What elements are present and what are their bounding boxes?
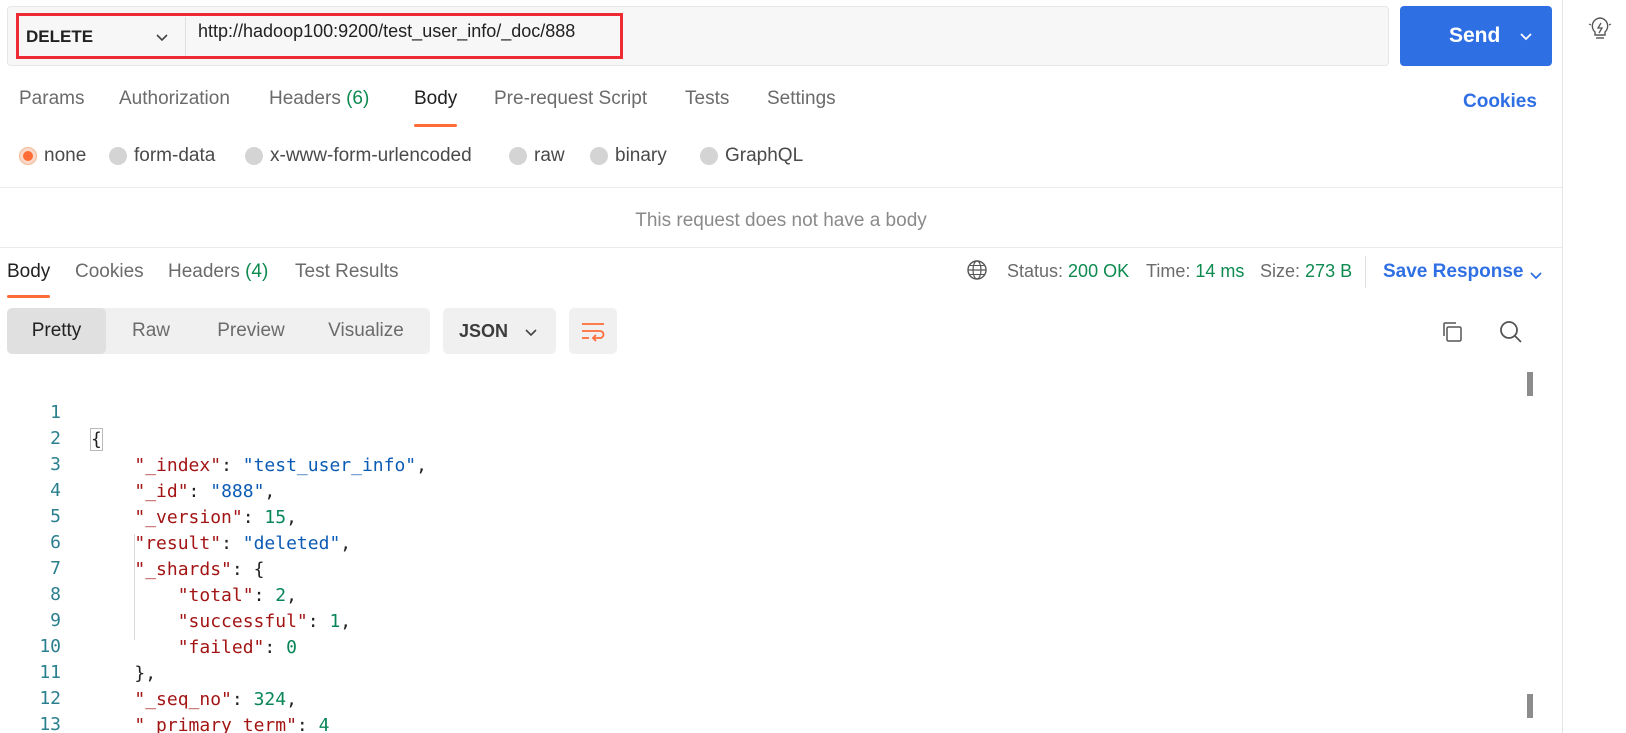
tab-authorization[interactable]: Authorization: [119, 88, 230, 110]
radio-x-www-form-urlencoded[interactable]: x-www-form-urlencoded: [245, 145, 472, 167]
cookies-link[interactable]: Cookies: [1463, 91, 1537, 113]
annotation-highlight-box: [16, 13, 623, 59]
radio-icon: [509, 147, 527, 165]
format-raw-button[interactable]: Raw: [106, 308, 196, 354]
size-value[interactable]: 273 B: [1305, 261, 1352, 281]
response-tab-headers[interactable]: Headers (4): [168, 261, 268, 283]
format-toggle-group: Pretty Raw Preview Visualize: [7, 308, 430, 354]
format-preview-button[interactable]: Preview: [196, 308, 306, 354]
radio-form-data[interactable]: form-data: [109, 145, 215, 167]
radio-icon: [700, 147, 718, 165]
response-time: Time: 14 ms: [1146, 261, 1245, 281]
line-number: 13: [39, 714, 61, 733]
divider: [0, 247, 1562, 248]
radio-raw[interactable]: raw: [509, 145, 565, 167]
format-pretty-button[interactable]: Pretty: [7, 308, 106, 354]
divider: [0, 187, 1562, 188]
tab-pre-request-script[interactable]: Pre-request Script: [494, 88, 647, 110]
response-body-code[interactable]: 1 { 2 "_index": "test_user_info", 3 "_id…: [0, 372, 1540, 733]
code-line: 6 "_shards": {: [0, 502, 1530, 580]
search-icon[interactable]: [1498, 319, 1524, 350]
lightbulb-icon[interactable]: [1587, 14, 1613, 47]
tab-settings[interactable]: Settings: [767, 88, 836, 110]
scrollbar-thumb[interactable]: [1527, 694, 1533, 718]
headers-count: (6): [346, 88, 370, 109]
code-line: 11 "_seq_no": 324,: [0, 632, 1530, 710]
code-line: 5 "result": "deleted",: [0, 476, 1530, 554]
copy-icon[interactable]: [1440, 320, 1464, 349]
format-visualize-button[interactable]: Visualize: [306, 308, 426, 354]
response-tab-body[interactable]: Body: [7, 261, 51, 298]
tab-tests[interactable]: Tests: [685, 88, 729, 110]
code-line: 7 "total": 2,: [0, 528, 1530, 606]
chevron-down-icon: [524, 323, 538, 344]
code-line: 13 }: [0, 684, 1530, 733]
tab-params[interactable]: Params: [19, 88, 84, 110]
globe-icon[interactable]: [966, 259, 988, 286]
divider: [1365, 256, 1366, 288]
radio-binary[interactable]: binary: [590, 145, 667, 167]
tab-body[interactable]: Body: [414, 88, 458, 127]
radio-icon: [590, 147, 608, 165]
scrollbar-thumb[interactable]: [1527, 372, 1533, 396]
wrap-lines-icon: [582, 323, 605, 342]
radio-graphql[interactable]: GraphQL: [700, 145, 803, 167]
code-line: 3 "_id": "888",: [0, 424, 1530, 502]
code-line: 4 "_version": 15,: [0, 450, 1530, 528]
code-line: 10 },: [0, 606, 1530, 684]
radio-icon: [245, 147, 263, 165]
response-size: Size: 273 B: [1260, 261, 1353, 281]
code-line: 2 "_index": "test_user_info",: [0, 398, 1530, 476]
code-line: 8 "successful": 1,: [0, 554, 1530, 632]
wrap-lines-button[interactable]: [569, 308, 617, 354]
status-value[interactable]: 200 OK: [1068, 261, 1129, 281]
send-options-chevron-icon[interactable]: [1500, 6, 1552, 66]
language-select[interactable]: JSON: [443, 308, 556, 354]
send-button[interactable]: Send: [1400, 6, 1552, 66]
radio-selected-icon: [19, 147, 37, 165]
code-line: 9 "failed": 0: [0, 580, 1530, 658]
response-headers-count: (4): [245, 261, 269, 282]
response-status: Status: 200 OK: [1007, 261, 1130, 281]
no-body-message: This request does not have a body: [635, 210, 927, 231]
response-tab-cookies[interactable]: Cookies: [75, 261, 144, 283]
response-tab-test-results[interactable]: Test Results: [295, 261, 398, 283]
time-value[interactable]: 14 ms: [1195, 261, 1244, 281]
tab-headers[interactable]: Headers (6): [269, 88, 369, 110]
radio-none[interactable]: none: [19, 145, 86, 167]
right-panel-divider: [1562, 0, 1563, 733]
save-response-button[interactable]: Save Response: [1383, 261, 1542, 283]
language-value: JSON: [459, 320, 509, 341]
code-line: 1 {: [0, 372, 1530, 451]
send-label: Send: [1449, 24, 1501, 47]
radio-icon: [109, 147, 127, 165]
chevron-down-icon: [1529, 266, 1543, 288]
code-scrollbar[interactable]: [1527, 372, 1533, 718]
code-line: 12 "_primary_term": 4: [0, 658, 1530, 733]
